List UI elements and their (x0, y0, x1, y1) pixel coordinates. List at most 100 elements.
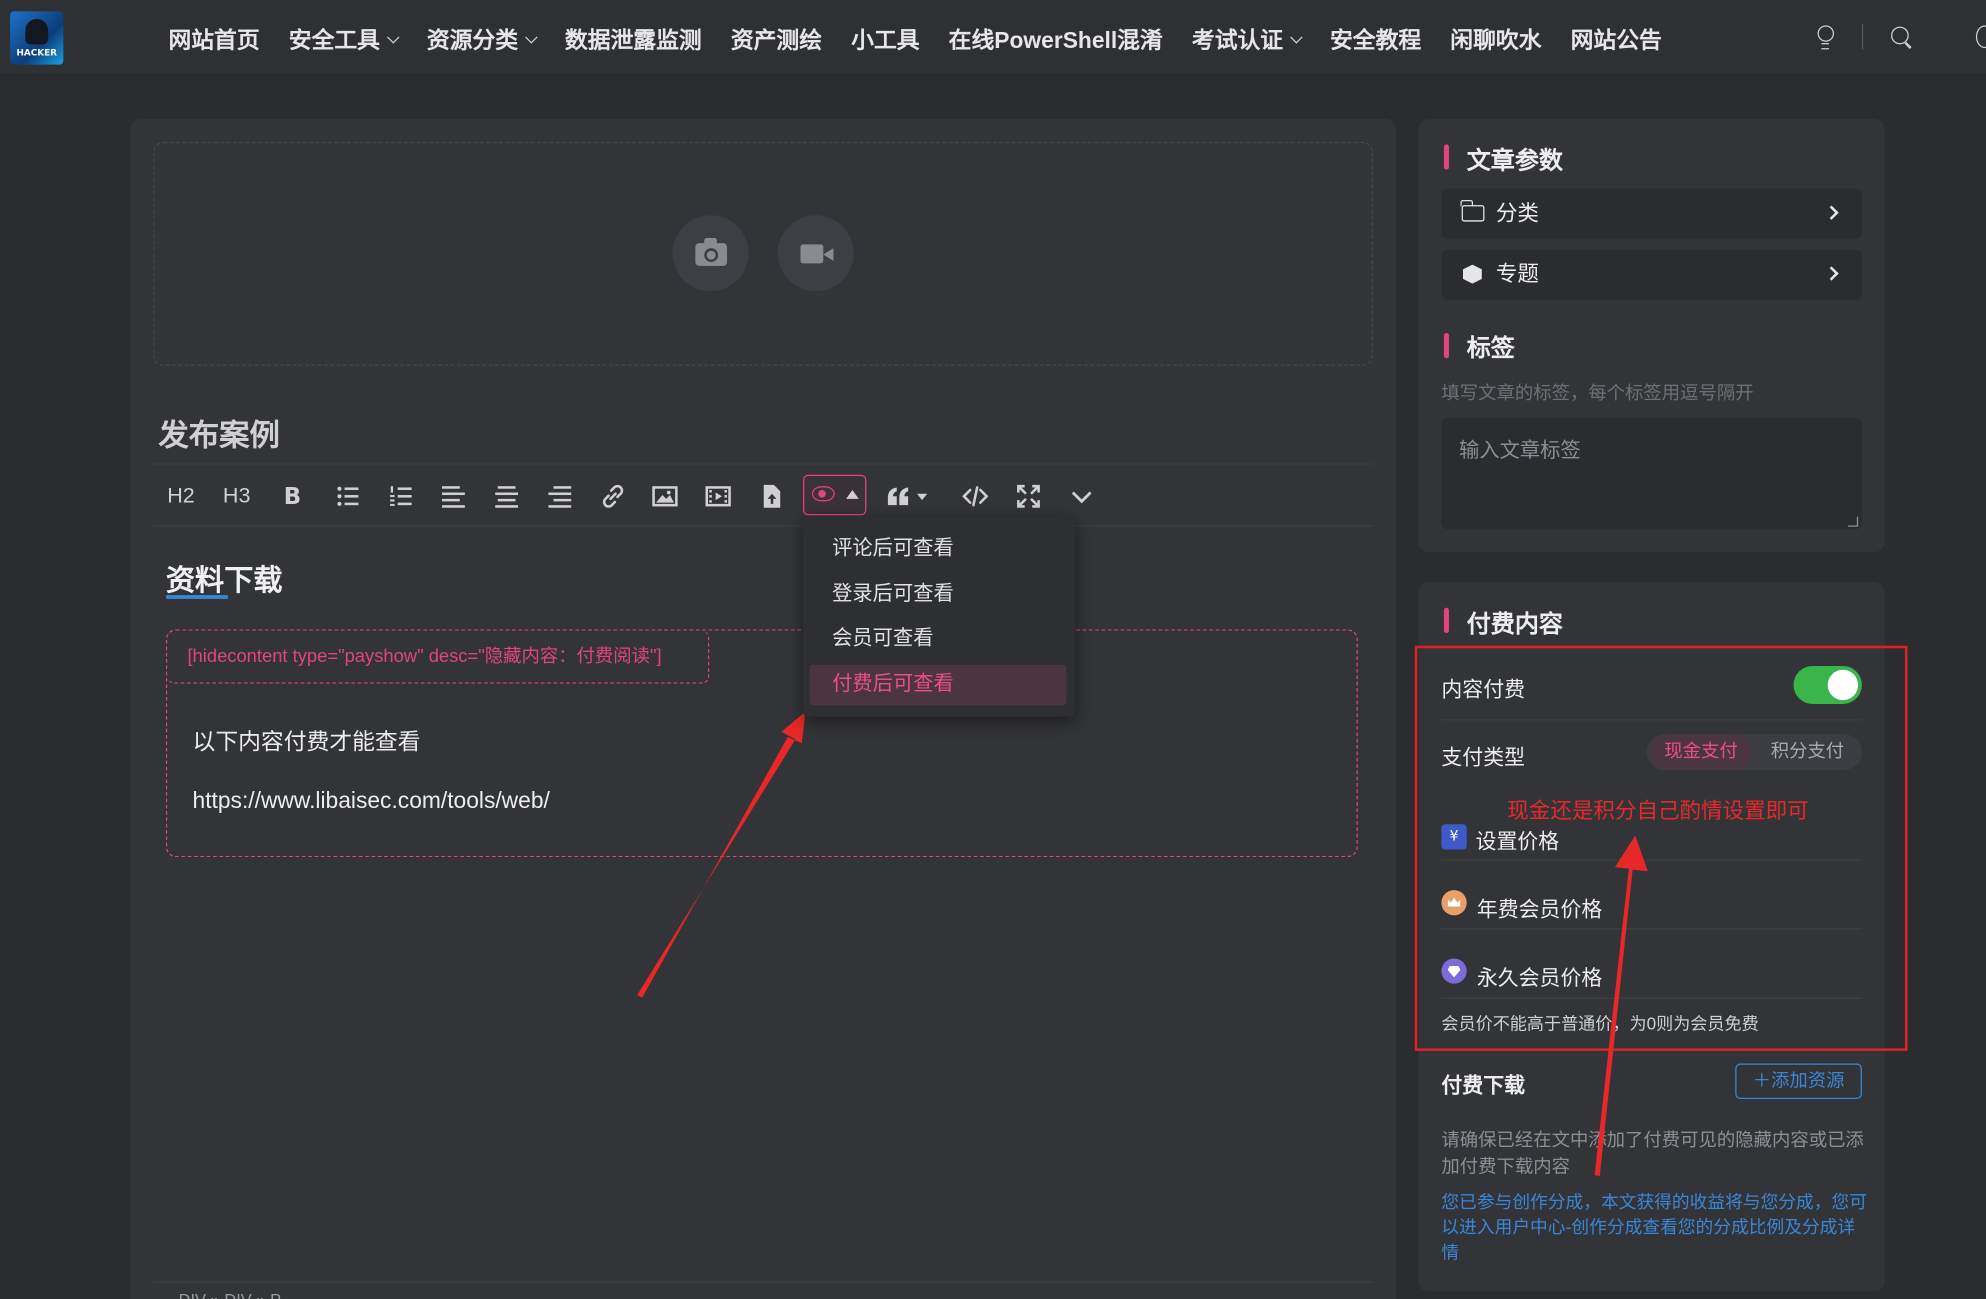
align-center-button[interactable] (493, 480, 521, 513)
gear-icon[interactable] (1975, 25, 1986, 49)
quote-icon (887, 487, 928, 506)
hidden-content-text[interactable]: 以下内容付费才能查看 (193, 724, 421, 757)
editor-statusbar: DIV » DIV » P (153, 1281, 1373, 1299)
bullet-list-icon (337, 486, 359, 506)
eye-icon (811, 486, 835, 502)
chevron-right-icon (1824, 205, 1839, 220)
textarea-resize-handle[interactable] (1847, 516, 1859, 527)
topic-label: 专题 (1495, 262, 1539, 287)
editor-toolbar: H2 H3 B (153, 463, 1373, 527)
nav-item-label: 在线PowerShell混淆 (948, 27, 1163, 54)
code-button[interactable] (961, 480, 989, 513)
visibility-option-3[interactable]: 付费后可查看 (809, 664, 1067, 705)
bullet-list-button[interactable] (334, 480, 362, 513)
category-label: 分类 (1495, 201, 1539, 226)
bold-button[interactable]: B (284, 480, 301, 513)
hacker-logo-icon (25, 18, 49, 45)
align-right-button[interactable] (546, 480, 574, 513)
insert-video-button[interactable] (704, 480, 732, 513)
fullscreen-button[interactable] (1015, 480, 1043, 513)
top-navbar: HACKER 网站首页 安全工具 资源分类 数据泄露监测 资产测绘 小工具 在线PowerS… (0, 0, 1986, 76)
annotation-highlight-box (1414, 645, 1908, 1051)
file-upload-icon (763, 484, 781, 508)
nav-item-label: 安全教程 (1329, 27, 1422, 54)
cover-upload-area[interactable] (153, 141, 1373, 366)
paid-download-hint: 请确保已经在文中添加了付费可见的隐藏内容或已添加付费下载内容 (1441, 1130, 1864, 1178)
nav-item-4[interactable]: 资产测绘 (731, 23, 822, 56)
link-icon (602, 484, 624, 508)
section-accent-bar (1443, 332, 1449, 359)
category-select[interactable]: 分类 (1441, 188, 1862, 240)
search-icon[interactable] (1889, 24, 1914, 49)
site-logo[interactable]: HACKER (10, 11, 64, 65)
nav-item-8[interactable]: 安全教程 (1330, 23, 1421, 56)
chevron-down-icon (1071, 491, 1092, 504)
video-icon (800, 244, 834, 264)
tags-title: 标签 (1466, 335, 1515, 363)
nav-item-label: 闲聊吹水 (1450, 27, 1542, 54)
page: HACKER 网站首页 安全工具 资源分类 数据泄露监测 资产测绘 小工具 在线PowerS… (0, 0, 1986, 1299)
section-accent-bar (1443, 144, 1449, 170)
post-title[interactable]: 发布案例 (158, 410, 280, 454)
nav-item-9[interactable]: 闲聊吹水 (1450, 23, 1541, 56)
paid-download-label: 付费下载 (1441, 1074, 1525, 1098)
hidden-content-link[interactable]: https://www.libaisec.com/tools/web/ (193, 788, 550, 815)
logo-text: HACKER (16, 48, 57, 59)
nav-item-0[interactable]: 网站首页 (168, 23, 259, 56)
visibility-option-0[interactable]: 评论后可查看 (809, 529, 1066, 570)
nav-item-label: 考试认证 (1191, 27, 1284, 54)
nav-item-3[interactable]: 数据泄露监测 (565, 23, 702, 56)
nav-item-label: 安全工具 (288, 27, 380, 54)
nav-item-label: 数据泄露监测 (564, 27, 702, 54)
nav-item-label: 资产测绘 (730, 27, 823, 54)
hidden-content-block[interactable]: [hidecontent type="payshow" desc="隐藏内容：付… (165, 629, 1358, 858)
nav-item-6[interactable]: 在线PowerShell混淆 (949, 23, 1163, 56)
heading-underline (165, 595, 228, 599)
image-icon (652, 486, 678, 507)
upload-video-button[interactable] (777, 215, 854, 292)
more-tools-button[interactable] (1068, 480, 1096, 513)
editor-panel: 发布案例 H2 H3 B 资料下载 [hidecontent type="pay… (130, 119, 1396, 1299)
chevron-down-icon (387, 30, 400, 43)
article-params-title: 文章参数 (1466, 148, 1564, 175)
insert-file-button[interactable] (757, 480, 785, 513)
nav-item-10[interactable]: 网站公告 (1571, 23, 1662, 56)
code-icon (962, 486, 989, 507)
theme-toggle-icon[interactable] (1814, 24, 1837, 50)
quote-button[interactable] (885, 480, 928, 513)
add-resource-button[interactable]: ＋添加资源 (1735, 1063, 1862, 1099)
tags-hint: 填写文章的标签，每个标签用逗号隔开 (1441, 383, 1754, 404)
nav-item-label: 资源分类 (426, 27, 519, 54)
article-params-card: 文章参数 分类 专题 标签 填写文章的标签，每个标签用逗号隔开 (1418, 119, 1885, 553)
cube-icon (1462, 264, 1482, 284)
content-heading[interactable]: 资料下载 (166, 556, 283, 599)
revenue-share-note[interactable]: 您已参与创作分成，本文获得的收益将与您分成，您可以进入用户中心-创作分成查看您的… (1441, 1189, 1872, 1265)
chevron-right-icon (1824, 266, 1839, 281)
tags-input[interactable] (1441, 417, 1862, 530)
link-button[interactable] (599, 480, 627, 513)
ordered-list-button[interactable] (388, 480, 416, 513)
heading3-button[interactable]: H3 (223, 480, 251, 513)
expand-icon (1017, 484, 1040, 508)
visibility-option-1[interactable]: 登录后可查看 (809, 574, 1066, 615)
nav-actions (1814, 23, 1914, 51)
topic-select[interactable]: 专题 (1441, 249, 1862, 301)
annotation-text: 现金还是积分自己酌情设置即可 (1507, 798, 1809, 823)
nav-item-1[interactable]: 安全工具 (288, 23, 400, 56)
nav-item-7[interactable]: 考试认证 (1191, 23, 1303, 56)
nav-item-2[interactable]: 资源分类 (426, 23, 538, 56)
insert-image-button[interactable] (651, 480, 679, 513)
align-left-button[interactable] (440, 480, 468, 513)
upload-image-button[interactable] (672, 215, 749, 292)
hidecontent-shortcode: [hidecontent type="payshow" desc="隐藏内容：付… (167, 630, 710, 684)
folder-icon (1460, 200, 1485, 222)
chevron-down-icon (1290, 30, 1303, 43)
hide-content-button[interactable] (803, 474, 867, 516)
nav-menu: 网站首页 安全工具 资源分类 数据泄露监测 资产测绘 小工具 在线PowerShell混淆 考… (168, 23, 1690, 56)
heading2-button[interactable]: H2 (167, 480, 195, 513)
align-right-icon (548, 486, 572, 508)
section-accent-bar (1443, 607, 1449, 634)
nav-item-5[interactable]: 小工具 (851, 23, 919, 56)
visibility-dropdown-menu: 评论后可查看 登录后可查看 会员可查看 付费后可查看 (803, 516, 1076, 717)
visibility-option-2[interactable]: 会员可查看 (809, 619, 1066, 660)
